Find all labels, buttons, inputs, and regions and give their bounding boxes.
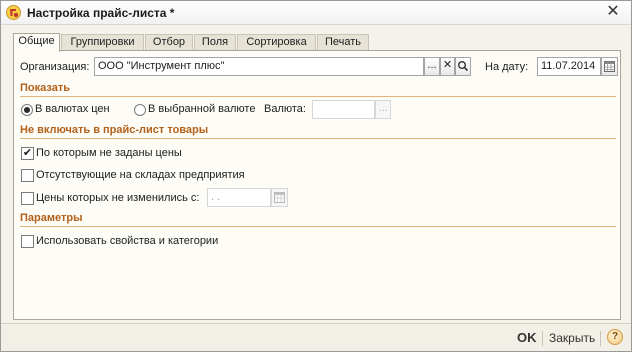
price-list-settings-window: Настройка прайс-листа * ✕ Общие Группиро… [0,0,632,352]
currency-select-button[interactable]: ... [375,100,391,119]
tab-sorting[interactable]: Сортировка [237,34,316,51]
unchanged-calendar-icon[interactable] [271,188,288,207]
tab-general[interactable]: Общие [13,33,60,52]
date-field[interactable]: 11.07.2014 [537,57,601,76]
divider [542,331,543,346]
checkbox-out-of-stock[interactable] [21,169,34,182]
checkbox-no-prices-label: По которым не заданы цены [36,147,182,159]
command-bar: OK Закрыть ? [1,323,631,351]
organization-field[interactable]: ООО "Инструмент плюс" [94,57,424,76]
checkbox-unchanged-prices[interactable] [21,192,34,205]
checkbox-use-properties-label: Использовать свойства и категории [36,235,219,247]
tab-print[interactable]: Печать [317,34,369,51]
calendar-icon[interactable] [601,57,618,76]
close-icon[interactable]: ✕ [605,4,621,20]
section-params: Параметры [20,211,616,227]
radio-price-currencies-label: В валютах цен [35,103,110,115]
radio-price-currencies[interactable] [21,104,33,116]
checkbox-out-of-stock-label: Отсутствующие на складах предприятия [36,169,245,181]
general-tab-panel: Организация: ООО "Инструмент плюс" ... ✕… [13,50,621,320]
tab-filter[interactable]: Отбор [145,34,193,51]
tab-fields[interactable]: Поля [194,34,236,51]
checkbox-no-prices[interactable]: ✔ [21,147,34,160]
checkbox-use-properties[interactable] [21,235,34,248]
ok-button[interactable]: OK [517,330,537,345]
close-button[interactable]: Закрыть [549,331,595,345]
magnifier-glyph [458,61,469,72]
help-icon[interactable]: ? [607,329,623,345]
section-show: Показать [20,81,616,97]
title-bar: Настройка прайс-листа * ✕ [1,1,631,25]
organization-label: Организация: [20,61,90,73]
search-icon[interactable] [455,57,471,76]
app-icon [6,5,21,20]
radio-selected-currency-label: В выбранной валюте [148,103,256,115]
checkbox-unchanged-prices-label: Цены которых не изменились с: [36,192,200,204]
radio-selected-currency[interactable] [134,104,146,116]
currency-label: Валюта: [264,103,306,115]
date-label: На дату: [485,61,529,73]
window-title: Настройка прайс-листа * [27,6,175,20]
tab-groupings[interactable]: Группировки [61,34,144,51]
currency-field[interactable] [312,100,375,119]
unchanged-date-field[interactable]: . . [207,188,271,207]
section-exclude: Не включать в прайс-лист товары [20,123,616,139]
calendar-glyph [604,61,615,72]
divider [600,331,601,346]
clear-icon[interactable]: ✕ [440,57,455,76]
organization-select-button[interactable]: ... [424,57,440,76]
calendar-glyph [274,192,285,203]
